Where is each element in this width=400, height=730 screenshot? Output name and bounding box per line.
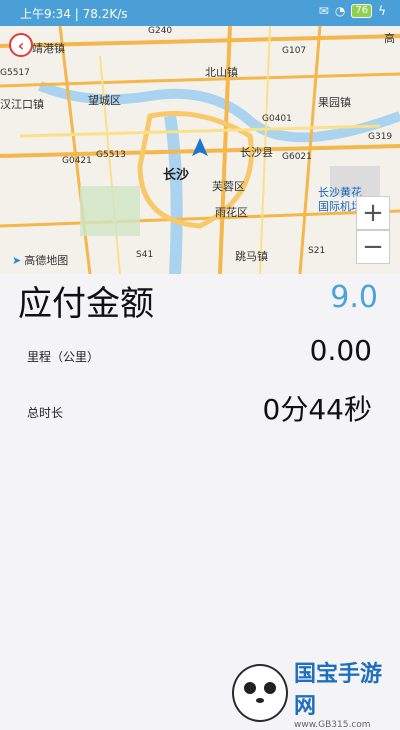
map-label: 高 [384,32,395,45]
road-code: G107 [282,46,307,56]
chevron-left-icon: ‹ [17,35,25,55]
map-roads [0,26,400,274]
charging-icon: ϟ [378,4,386,18]
map-label: 雨花区 [215,206,248,219]
amap-icon: ➤ [12,253,22,267]
duration-value: 0分44秒 [262,393,372,426]
map-city-label: 长沙 [163,168,190,183]
duration-label: 总时长 [27,406,64,420]
road-code: G5517 [0,68,30,78]
watermark-brand: 国宝手游网 [294,662,383,719]
map-provider-logo: ➤ 高德地图 [12,253,69,268]
distance-label: 里程（公里） [27,350,100,364]
road-code: G240 [148,26,173,36]
zoom-in-button[interactable]: + [356,196,390,230]
map-label: 长沙县 [240,146,273,159]
road-code: G5513 [96,150,126,160]
map-label: 北山镇 [205,66,238,79]
map-label: 芙蓉区 [212,180,245,193]
map-label: 跳马镇 [235,250,268,263]
status-bar: 上午9:34 | 78.2K/s ✉ ◔ 76 ϟ [0,0,400,26]
fare-value: 9.0 [330,280,378,315]
zoom-out-button[interactable]: − [356,230,390,264]
watermark-logo: 国宝手游网 www.GB315.com [232,656,400,730]
road-code: G0421 [62,156,92,166]
back-button[interactable]: ‹ [9,33,33,57]
status-icons: ✉ ◔ 76 ϟ [319,4,386,18]
road-code: G319 [368,132,393,142]
road-code: G6021 [282,152,312,162]
map-label: 靖港镇 [32,42,65,55]
watermark-url: www.GB315.com [294,720,371,730]
distance-value: 0.00 [309,334,372,367]
road-code: S21 [308,246,326,256]
map-label: 望城区 [88,94,121,107]
panda-icon [232,664,289,722]
mail-icon: ✉ [318,4,329,18]
map-label: 果园镇 [318,96,351,109]
trip-summary-panel: 应付金额 9.0 里程（公里） 0.00 总时长 0分44秒 [0,274,400,710]
map-label: 汉江口镇 [0,98,44,111]
fare-label: 应付金额 [18,284,154,324]
road-code: G0401 [262,114,292,124]
road-code: S41 [136,250,154,260]
status-time: 上午9:34 | 78.2K/s [20,7,128,21]
battery-icon: 76 [351,4,373,18]
wifi-icon: ◔ [334,4,346,18]
map-view[interactable]: 靖港镇 北山镇 望城区 果园镇 汉江口镇 长沙县 长沙 芙蓉区 雨花区 跳马镇 … [0,26,400,274]
